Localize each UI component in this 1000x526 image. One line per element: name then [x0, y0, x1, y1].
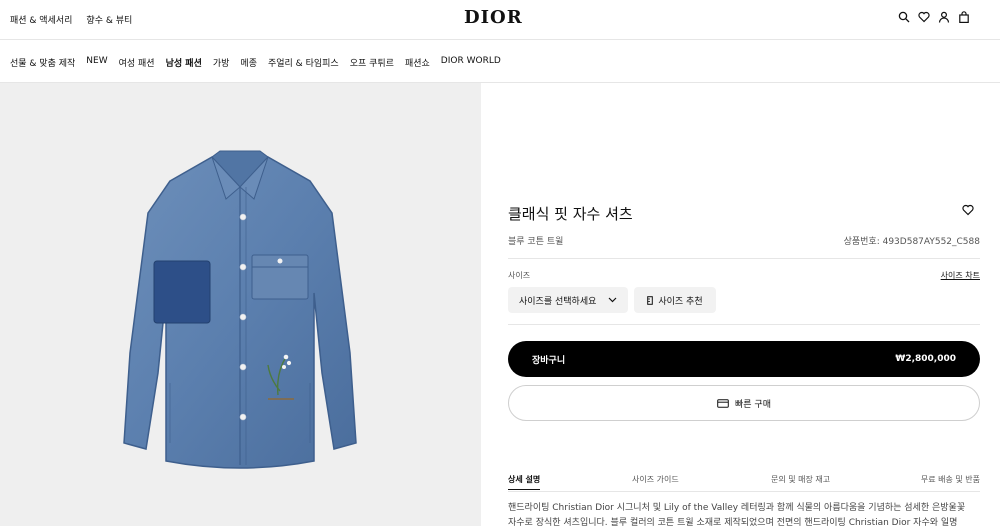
header-icons	[898, 11, 970, 23]
tab-shipping-returns[interactable]: 무료 배송 및 반품	[921, 474, 980, 485]
description-line: 자수로 장식한 셔츠입니다. 블루 컬러의 코튼 트윌 소재로 제작되었으며 전…	[508, 518, 958, 526]
tab-size-guide[interactable]: 사이즈 가이드	[632, 474, 679, 485]
product-title: 클래식 핏 자수 셔츠	[508, 205, 633, 223]
top-header: 패션 & 액세서리 향수 & 뷰티 DIOR	[0, 0, 1000, 40]
nav-items: 선물 & 맞춤 제작 NEW 여성 패션 남성 패션 가방 메종 주얼리 & 타…	[10, 56, 501, 69]
wishlist-heart-icon[interactable]	[962, 204, 974, 216]
nav-item-dior-world[interactable]: DIOR WORLD	[441, 56, 501, 69]
product-image-panel[interactable]	[0, 83, 481, 526]
heart-icon[interactable]	[918, 11, 930, 23]
size-recommend-button[interactable]: 사이즈 추천	[634, 287, 716, 313]
card-icon	[717, 398, 729, 408]
product-info-panel: 클래식 핏 자수 셔츠 블루 코튼 트윌 상품번호: 493D587AY552_…	[508, 83, 980, 526]
tab-inquiry-stock[interactable]: 문의 및 매장 재고	[771, 474, 830, 485]
product-reference: 상품번호: 493D587AY552_C588	[843, 237, 980, 247]
size-recommend-label: 사이즈 추천	[658, 296, 703, 307]
product-tabs: 상세 설명 사이즈 가이드 문의 및 매장 재고 무료 배송 및 반품	[508, 474, 980, 492]
nav-item-gifts[interactable]: 선물 & 맞춤 제작	[10, 56, 75, 69]
nav-item-fashion-show[interactable]: 패션쇼	[405, 56, 430, 69]
bag-icon[interactable]	[958, 11, 970, 23]
top-links: 패션 & 액세서리 향수 & 뷰티	[10, 13, 132, 26]
tabs-divider	[508, 491, 980, 492]
product-subtitle: 블루 코튼 트윌	[508, 237, 564, 247]
add-to-cart-button[interactable]: 장바구니 ₩2,800,000	[508, 341, 980, 377]
size-chart-link[interactable]: 사이즈 차트	[941, 270, 980, 281]
cart-button-label: 장바구니	[532, 355, 566, 366]
nav-item-men[interactable]: 남성 패션	[166, 56, 202, 69]
divider	[508, 324, 980, 325]
main-nav: 선물 & 맞춤 제작 NEW 여성 패션 남성 패션 가방 메종 주얼리 & 타…	[0, 40, 1000, 83]
quick-buy-label: 빠른 구매	[735, 399, 771, 410]
nav-item-jewelry[interactable]: 주얼리 & 타임피스	[268, 56, 339, 69]
product-image-shirt	[123, 150, 357, 469]
product-description: 핸드라이팅 Christian Dior 시그니처 및 Lily of the …	[508, 501, 980, 526]
search-icon[interactable]	[898, 11, 910, 23]
description-line: 핸드라이팅 Christian Dior 시그니처 및 Lily of the …	[508, 503, 966, 513]
user-icon[interactable]	[938, 11, 950, 23]
size-label: 사이즈	[508, 271, 531, 280]
tab-details[interactable]: 상세 설명	[508, 474, 541, 490]
chevron-down-icon	[608, 297, 617, 303]
nav-item-new[interactable]: NEW	[86, 56, 107, 69]
dior-logo[interactable]: DIOR	[464, 7, 523, 28]
divider	[508, 258, 980, 259]
nav-item-maison[interactable]: 메종	[240, 56, 257, 69]
nav-item-haute-couture[interactable]: 오프 쿠튀르	[350, 56, 394, 69]
quick-buy-button[interactable]: 빠른 구매	[508, 385, 980, 421]
nav-item-women[interactable]: 여성 패션	[119, 56, 155, 69]
ruler-icon	[647, 295, 654, 305]
size-select-dropdown[interactable]: 사이즈를 선택하세요	[508, 287, 628, 313]
size-select-label: 사이즈를 선택하세요	[519, 296, 597, 307]
top-link-fashion[interactable]: 패션 & 액세서리	[10, 13, 72, 26]
nav-item-bags[interactable]: 가방	[213, 56, 230, 69]
product-price: ₩2,800,000	[895, 354, 956, 364]
top-link-beauty[interactable]: 향수 & 뷰티	[86, 13, 132, 26]
